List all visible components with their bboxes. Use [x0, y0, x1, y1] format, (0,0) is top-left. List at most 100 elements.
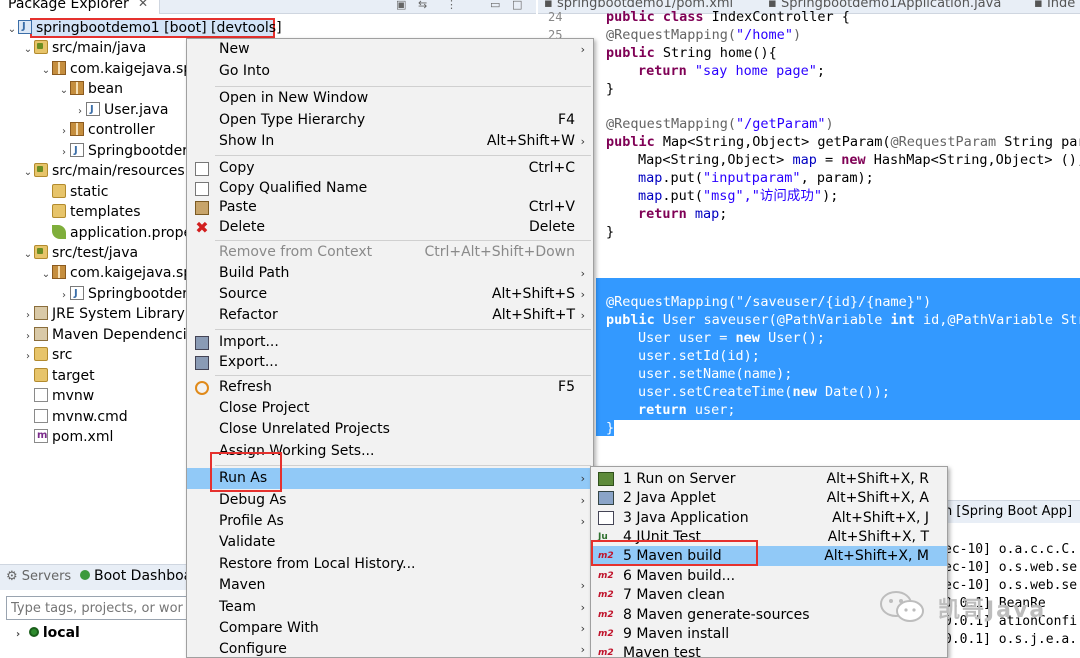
- dashboard-filter-input[interactable]: [6, 596, 188, 620]
- tree-item-package[interactable]: ⌄ com.kaigejava.sp: [40, 59, 192, 79]
- maximize-icon[interactable]: □: [512, 0, 522, 11]
- refresh-icon: [195, 381, 209, 395]
- tree-item-local[interactable]: › local: [12, 622, 80, 644]
- library-icon: [34, 327, 48, 341]
- chevron-right-icon[interactable]: ›: [22, 347, 34, 367]
- menu-item-open-new-window[interactable]: Open in New Window: [187, 88, 593, 109]
- code-line: @RequestMapping("/saveuser/{id}/{name}"): [606, 294, 932, 310]
- chevron-down-icon[interactable]: ⌄: [40, 265, 52, 285]
- code-line: User user = new User();: [638, 330, 825, 346]
- menu-item-show-in[interactable]: Show In Alt+Shift+W ›: [187, 131, 593, 152]
- menu-item-import[interactable]: Import...: [187, 332, 593, 353]
- menu-item-paste[interactable]: Paste Ctrl+V: [187, 197, 593, 218]
- tree-item-project[interactable]: ⌄springbootdemo1 [boot] [devtools]: [6, 17, 282, 40]
- menu-item-compare-with[interactable]: Compare With ›: [187, 618, 593, 639]
- menu-item-copy-qualified-name[interactable]: Copy Qualified Name: [187, 178, 593, 199]
- chevron-right-icon[interactable]: ›: [74, 102, 86, 122]
- tab-boot-dashboard[interactable]: Boot Dashboa: [80, 568, 192, 584]
- export-icon: [195, 356, 209, 370]
- tree-item-user-java[interactable]: ›User.java: [74, 100, 168, 120]
- tab-index-controller[interactable]: ▪ Inde: [1034, 0, 1075, 11]
- menu-item-new[interactable]: New ›: [187, 39, 593, 60]
- maven-icon: m2: [598, 648, 614, 658]
- tree-item-mvnw[interactable]: mvnw: [22, 386, 94, 406]
- tree-item-static[interactable]: static: [40, 182, 108, 202]
- file-icon: [34, 409, 48, 423]
- tree-item-test-package[interactable]: ⌄ com.kaigejava.sp: [40, 263, 192, 283]
- delete-icon: ✖: [195, 218, 209, 237]
- submenu-item-maven-test[interactable]: m2 Maven test: [591, 643, 947, 658]
- tree-item-jre[interactable]: › JRE System Library [: [22, 304, 195, 324]
- tree-item-target[interactable]: target: [22, 366, 95, 386]
- chevron-right-icon: ›: [580, 622, 585, 635]
- tree-item-src[interactable]: › src: [22, 345, 72, 365]
- chevron-right-icon[interactable]: ›: [58, 286, 70, 306]
- tree-item-application-properties[interactable]: application.prope: [40, 223, 192, 243]
- menu-item-delete[interactable]: ✖ Delete Delete: [187, 217, 593, 238]
- code-line: user.setName(name);: [638, 366, 793, 382]
- menu-item-profile-as[interactable]: Profile As ›: [187, 511, 593, 532]
- menu-item-debug-as[interactable]: Debug As ›: [187, 490, 593, 511]
- menu-item-close-unrelated[interactable]: Close Unrelated Projects: [187, 419, 593, 440]
- tree-item-src-main-java[interactable]: ⌄ src/main/java: [22, 38, 146, 58]
- chevron-down-icon[interactable]: ⌄: [58, 81, 70, 101]
- submenu-item-java-application[interactable]: 3 Java Application Alt+Shift+X, J: [591, 508, 947, 528]
- package-icon: [70, 81, 84, 95]
- submenu-item-maven-build-config[interactable]: m2 6 Maven build...: [591, 566, 947, 586]
- chevron-down-icon[interactable]: ⌄: [40, 61, 52, 81]
- submenu-item-run-on-server[interactable]: 1 Run on Server Alt+Shift+X, R: [591, 469, 947, 489]
- chevron-right-icon[interactable]: ›: [22, 306, 34, 326]
- menu-item-close-project[interactable]: Close Project: [187, 398, 593, 419]
- watermark: 凯哥Java: [878, 590, 1078, 624]
- chevron-down-icon[interactable]: ⌄: [22, 245, 34, 265]
- folder-icon: [34, 368, 48, 382]
- tab-servers[interactable]: ⚙ Servers: [6, 569, 71, 584]
- chevron-down-icon[interactable]: ⌄: [6, 20, 18, 40]
- tree-item-controller[interactable]: › controller: [58, 120, 155, 140]
- tree-item-src-main-resources[interactable]: ⌄ src/main/resources: [22, 161, 185, 181]
- tree-item-bean[interactable]: ⌄ bean: [58, 79, 123, 99]
- chevron-right-icon[interactable]: ›: [12, 624, 24, 646]
- tree-item-test-class[interactable]: ›Springbootder: [58, 284, 188, 304]
- tree-item-mvnw-cmd[interactable]: mvnw.cmd: [22, 407, 128, 427]
- submenu-item-maven-install[interactable]: m2 9 Maven install: [591, 624, 947, 644]
- tree-item-templates[interactable]: templates: [40, 202, 141, 222]
- menu-item-open-type-hierarchy[interactable]: Open Type Hierarchy F4: [187, 110, 593, 131]
- minimize-icon[interactable]: ▭: [490, 0, 500, 11]
- code-line: }: [606, 420, 615, 436]
- tree-item-src-test-java[interactable]: ⌄ src/test/java: [22, 243, 138, 263]
- menu-item-maven[interactable]: Maven ›: [187, 575, 593, 596]
- tree-item-maven-deps[interactable]: › Maven Dependencie: [22, 325, 195, 345]
- submenu-item-java-applet[interactable]: 2 Java Applet Alt+Shift+X, A: [591, 488, 947, 508]
- menu-item-refresh[interactable]: Refresh F5: [187, 377, 593, 398]
- chevron-right-icon[interactable]: ›: [58, 143, 70, 163]
- menu-item-export[interactable]: Export...: [187, 352, 593, 373]
- view-menu-icon[interactable]: ⋮: [446, 0, 457, 11]
- menu-item-refactor[interactable]: Refactor Alt+Shift+T ›: [187, 305, 593, 326]
- menu-item-restore-history[interactable]: Restore from Local History...: [187, 554, 593, 575]
- collapse-all-icon[interactable]: ▣: [396, 0, 406, 11]
- menu-item-go-into[interactable]: Go Into: [187, 61, 593, 82]
- menu-item-configure[interactable]: Configure ›: [187, 639, 593, 658]
- link-editor-icon[interactable]: ⇆: [418, 0, 427, 11]
- menu-item-copy[interactable]: Copy Ctrl+C: [187, 158, 593, 179]
- code-editor[interactable]: ▪ springbootdemo1/pom.xml ▪ Springbootde…: [538, 0, 1080, 500]
- menu-item-validate[interactable]: Validate: [187, 532, 593, 553]
- tree-item-application-class[interactable]: ›Springbootder: [58, 141, 188, 161]
- menu-item-source[interactable]: Source Alt+Shift+S ›: [187, 284, 593, 305]
- maven-build-annotation-box: [591, 540, 758, 566]
- menu-item-team[interactable]: Team ›: [187, 597, 593, 618]
- menu-item-build-path[interactable]: Build Path ›: [187, 263, 593, 284]
- close-icon[interactable]: ✕: [138, 0, 148, 10]
- java-application-icon: [598, 511, 614, 525]
- chevron-right-icon[interactable]: ›: [58, 122, 70, 142]
- tree-item-pom-xml[interactable]: pom.xml: [22, 426, 113, 447]
- copy-icon: [195, 162, 209, 176]
- chevron-right-icon[interactable]: ›: [22, 327, 34, 347]
- tab-package-explorer[interactable]: Package Explorer ✕: [0, 0, 160, 14]
- chevron-down-icon[interactable]: ⌄: [22, 40, 34, 60]
- code-line: return "say home page";: [638, 63, 825, 79]
- copy-icon: [195, 182, 209, 196]
- chevron-down-icon[interactable]: ⌄: [22, 163, 34, 183]
- folder-icon: [52, 184, 66, 198]
